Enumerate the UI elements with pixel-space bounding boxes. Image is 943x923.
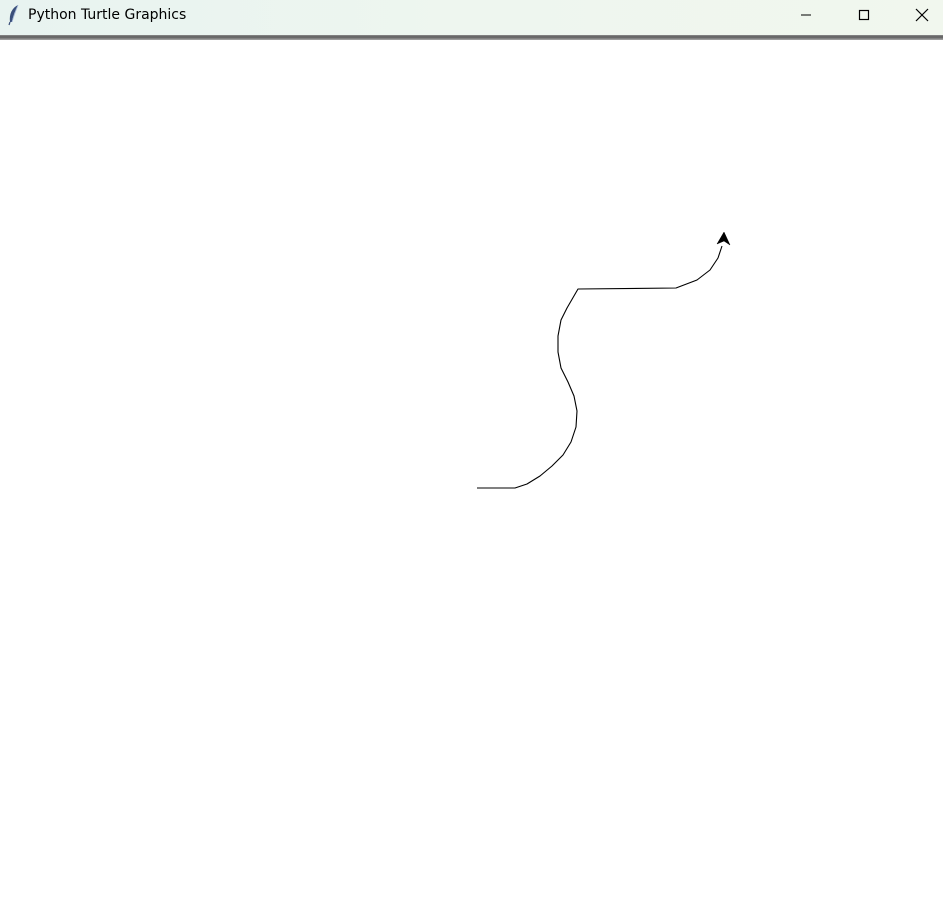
close-icon xyxy=(915,8,929,22)
title-bar[interactable]: Python Turtle Graphics xyxy=(0,0,943,36)
maximize-button[interactable] xyxy=(841,0,887,30)
turtle-canvas[interactable] xyxy=(0,40,943,923)
window-title: Python Turtle Graphics xyxy=(28,7,187,23)
maximize-icon xyxy=(858,9,870,21)
close-button[interactable] xyxy=(899,0,943,30)
turtle-path xyxy=(477,245,723,489)
turtle-window: Python Turtle Graphics xyxy=(0,0,943,923)
drawing-surface xyxy=(477,231,731,489)
turtle-cursor-icon xyxy=(716,231,731,246)
minimize-button[interactable] xyxy=(783,0,829,30)
minimize-icon xyxy=(800,9,812,21)
feather-icon xyxy=(6,4,22,26)
